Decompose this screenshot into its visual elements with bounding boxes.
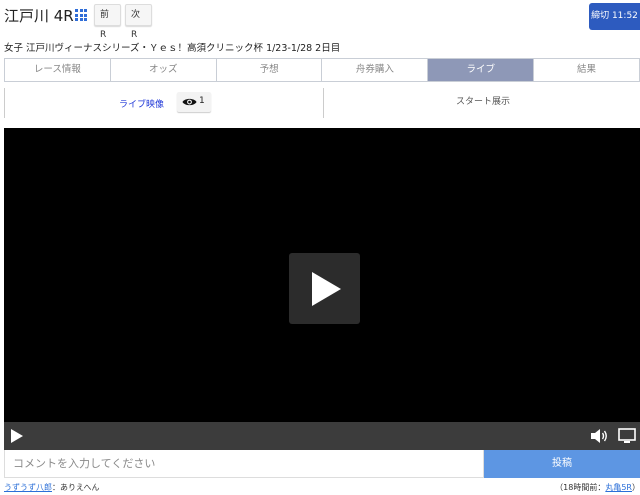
comment-meta-close: ） xyxy=(632,483,640,492)
video-player[interactable] xyxy=(4,128,640,450)
comment-text: ありえへん xyxy=(60,483,100,492)
next-race-button[interactable]: 次R xyxy=(125,4,152,40)
race-series-title: 女子 江戸川ヴィーナスシリーズ・Ｙｅｓ！高須クリニック杯 1/23-1/28 2… xyxy=(4,43,341,54)
volume-icon[interactable] xyxy=(590,428,610,444)
grid-menu-icon[interactable] xyxy=(75,9,87,21)
comment-separator: ： xyxy=(52,483,60,492)
live-video-label[interactable]: ライブ映像 xyxy=(119,97,164,110)
comment-form: 投稿 xyxy=(4,450,640,478)
comment-user-link[interactable]: うずうず八郎 xyxy=(4,483,52,492)
play-control-icon[interactable] xyxy=(10,428,24,444)
tab-result[interactable]: 結果 xyxy=(534,59,639,81)
viewer-count-badge: 1 xyxy=(177,92,211,112)
play-icon xyxy=(312,272,341,306)
tab-live[interactable]: ライブ xyxy=(428,59,535,81)
tab-buy-ticket[interactable]: 舟券購入 xyxy=(322,59,429,81)
subtab-live-video[interactable]: ライブ映像 1 xyxy=(4,88,324,118)
viewer-count: 1 xyxy=(199,96,205,106)
subtab-start-exhibition[interactable]: スタート展示 xyxy=(456,94,510,107)
tab-prediction[interactable]: 予想 xyxy=(216,59,323,81)
comment-time: （18時間前： xyxy=(555,483,606,492)
comment-meta: （18時間前：丸亀5R） xyxy=(555,482,640,493)
big-play-button[interactable] xyxy=(289,253,360,324)
tab-race-info[interactable]: レース情報 xyxy=(5,59,111,81)
race-tabs: レース情報 オッズ 予想 舟券購入 ライブ 結果 xyxy=(4,58,640,82)
fullscreen-icon[interactable] xyxy=(618,428,636,444)
live-subtabs: ライブ映像 1 スタート展示 xyxy=(4,88,640,118)
deadline-badge: 締切 11:52 xyxy=(589,3,640,30)
prev-race-button[interactable]: 前R xyxy=(94,4,121,40)
comment-input[interactable] xyxy=(4,450,484,478)
latest-comment: うずうず八郎：ありえへん （18時間前：丸亀5R） xyxy=(4,482,640,494)
player-controls xyxy=(4,422,640,450)
eye-icon xyxy=(182,98,197,106)
header: 江戸川 4R 前R 次R 締切 11:52 xyxy=(0,0,640,40)
comment-race-link[interactable]: 丸亀5R xyxy=(605,483,632,492)
race-title: 江戸川 4R xyxy=(4,7,74,25)
post-button[interactable]: 投稿 xyxy=(484,450,640,478)
tab-odds[interactable]: オッズ xyxy=(110,59,217,81)
